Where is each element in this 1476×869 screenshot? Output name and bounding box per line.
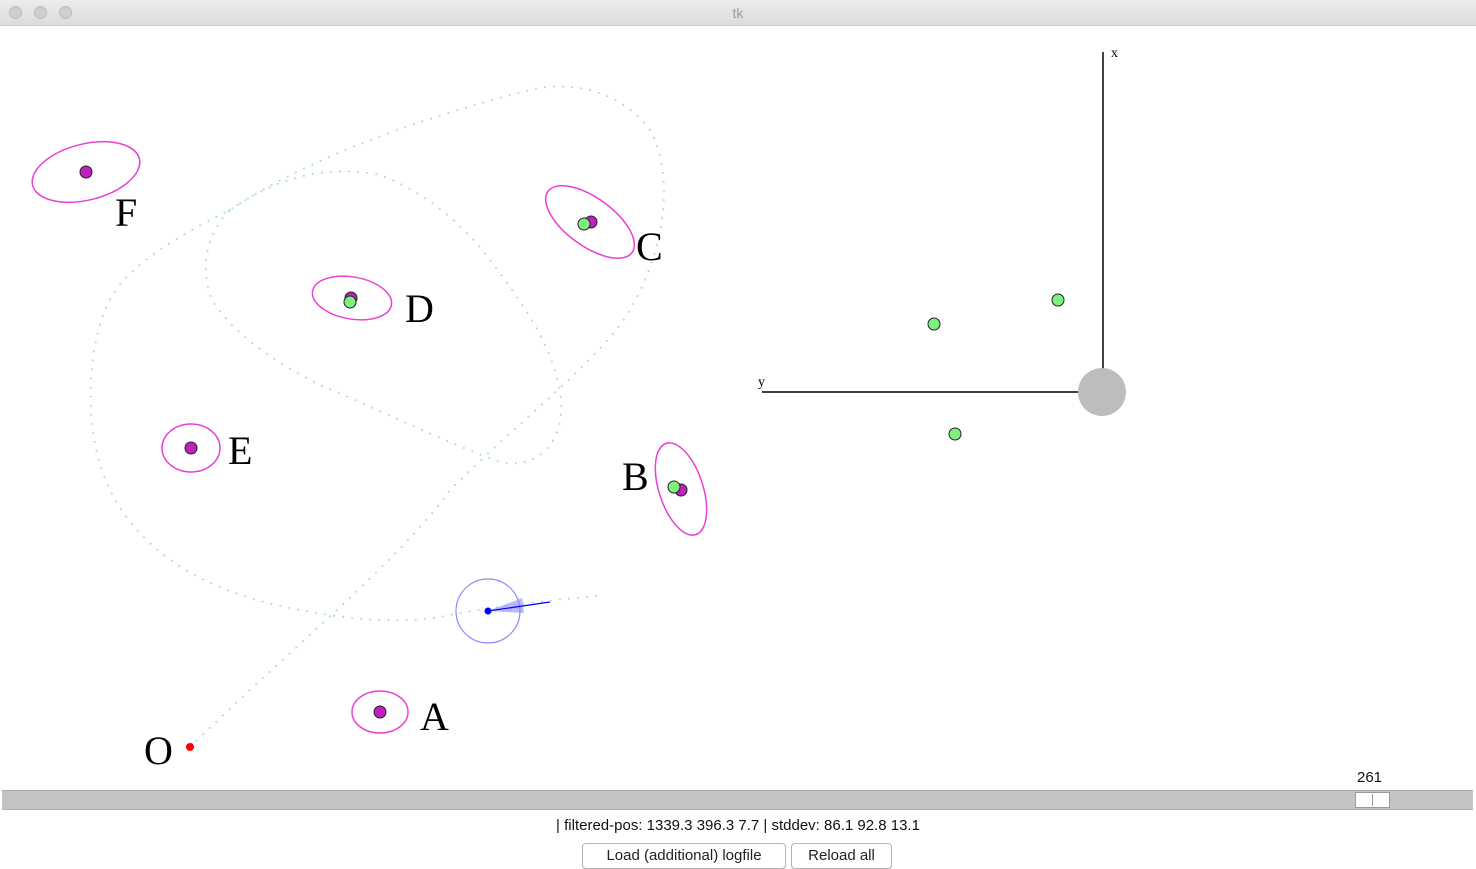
beacon-A-marker: [373, 705, 387, 719]
beacon-C-label: C: [636, 224, 663, 269]
robot-trajectory-loop: [204, 170, 563, 465]
window-titlebar: tk: [0, 0, 1476, 26]
beacon-E-marker: [184, 441, 198, 455]
status-text: | filtered-pos: 1339.3 396.3 7.7 | stdde…: [556, 817, 920, 834]
beacon-F[interactable]: F: [26, 132, 146, 235]
beacon-A-label: A: [420, 694, 449, 739]
beacon-B-estimate: [667, 480, 681, 494]
beacon-B-label: B: [622, 454, 649, 499]
slider-thumb[interactable]: [1355, 792, 1390, 808]
beacon-D-estimate: [343, 295, 357, 309]
load-logfile-button[interactable]: Load (additional) logfile: [582, 843, 786, 869]
robot-body: [1078, 368, 1126, 416]
beacon-F-marker: [79, 165, 93, 179]
beacon-E[interactable]: E: [161, 423, 252, 473]
beacon-B[interactable]: B: [622, 437, 717, 542]
window-title: tk: [732, 5, 744, 21]
beacon-A[interactable]: A: [351, 690, 449, 739]
map-canvas[interactable]: A B C D E F O x y: [0, 27, 1476, 790]
timeline-slider[interactable]: [2, 790, 1473, 810]
robot-position-dot: [484, 607, 492, 615]
beacon-D[interactable]: D: [309, 270, 434, 331]
detected-beacon: [1051, 293, 1065, 307]
origin-label: O: [144, 728, 173, 773]
slider-value: 261: [1357, 769, 1383, 786]
detected-beacon: [927, 317, 941, 331]
robot-trajectory: [89, 85, 665, 748]
beacon-F-label: F: [115, 190, 137, 235]
robot-frame-view: x y: [758, 46, 1126, 441]
robot-x-axis-label: x: [1111, 46, 1118, 61]
beacon-C[interactable]: C: [534, 172, 663, 272]
beacon-E-label: E: [228, 428, 252, 473]
beacon-C-estimate: [577, 217, 591, 231]
detected-beacon: [948, 427, 962, 441]
reload-all-button[interactable]: Reload all: [791, 843, 892, 869]
beacon-D-label: D: [405, 286, 434, 331]
robot-y-axis-label: y: [758, 375, 765, 390]
origin-marker: [186, 743, 194, 751]
